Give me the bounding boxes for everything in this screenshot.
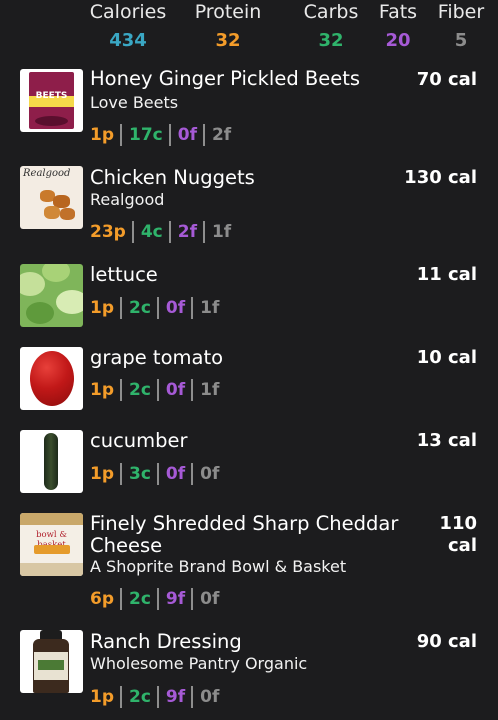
food-calories: 10 cal <box>416 347 477 368</box>
fiber-value: 2f <box>211 125 232 145</box>
summary-calories: Calories 434 <box>83 0 173 55</box>
food-thumbnail <box>20 430 83 493</box>
divider <box>191 297 194 319</box>
fiber-value: 1f <box>200 298 220 318</box>
fat-value: 0f <box>177 125 197 145</box>
divider <box>191 379 194 401</box>
divider <box>191 588 194 610</box>
fiber-total: 5 <box>454 30 468 51</box>
summary-protein: Protein 32 <box>183 0 273 55</box>
protein-value: 6p <box>90 589 114 609</box>
carbs-value: 2c <box>129 589 151 609</box>
macro-row: 1p 17c 0f 2f <box>90 123 231 147</box>
package-label: Realgood <box>23 168 71 179</box>
fat-value: 0f <box>165 380 186 400</box>
divider <box>156 686 159 708</box>
divider <box>168 124 171 146</box>
divider <box>120 124 122 146</box>
food-brand: A Shoprite Brand Bowl & Basket <box>90 557 347 576</box>
carbs-value: 3c <box>129 464 151 484</box>
food-calories: 110 cal <box>439 513 477 556</box>
divider <box>202 221 205 243</box>
macro-row: 1p 3c 0f 0f <box>90 462 219 486</box>
food-thumbnail <box>20 630 83 693</box>
divider <box>120 588 122 610</box>
food-name: Finely Shredded Sharp Cheddar Cheese <box>90 512 399 557</box>
food-thumbnail: Realgood <box>20 166 83 229</box>
food-calories: 130 cal <box>404 167 477 188</box>
nutrition-summary: Calories 434 Protein 32 Carbs 32 Fats 20… <box>0 0 498 58</box>
food-calories: 13 cal <box>416 430 477 451</box>
divider <box>156 588 159 610</box>
fiber-value: 1f <box>211 222 232 242</box>
food-thumbnail: BEETS <box>20 69 83 132</box>
macro-row: 23p 4c 2f 1f <box>90 220 231 244</box>
food-name: Honey Ginger Pickled Beets <box>90 67 361 90</box>
divider <box>120 297 122 319</box>
food-thumbnail <box>20 264 83 327</box>
food-calories: 90 cal <box>416 631 477 652</box>
food-brand: Realgood <box>90 190 165 209</box>
divider <box>168 221 171 243</box>
food-calories: 70 cal <box>416 69 477 90</box>
divider <box>156 297 159 319</box>
protein-value: 1p <box>90 687 114 707</box>
divider <box>191 463 194 485</box>
food-name: lettuce <box>90 263 158 286</box>
food-name: grape tomato <box>90 346 224 369</box>
carbs-value: 2c <box>129 687 151 707</box>
carbs-value: 17c <box>129 125 163 145</box>
calories-total: 434 <box>109 30 147 51</box>
divider <box>131 221 134 243</box>
calories-label: Calories <box>89 1 167 23</box>
protein-value: 23p <box>90 222 126 242</box>
divider <box>120 379 122 401</box>
fiber-value: 0f <box>200 589 220 609</box>
food-thumbnail <box>20 347 83 410</box>
fiber-value: 0f <box>200 464 220 484</box>
protein-label: Protein <box>194 1 262 23</box>
protein-value: 1p <box>90 125 114 145</box>
fiber-value: 0f <box>200 687 220 707</box>
macro-row: 6p 2c 9f 0f <box>90 587 219 611</box>
protein-value: 1p <box>90 380 114 400</box>
food-name: cucumber <box>90 429 188 452</box>
divider <box>156 379 159 401</box>
macro-row: 1p 2c 0f 1f <box>90 296 219 320</box>
macro-row: 1p 2c 0f 1f <box>90 378 219 402</box>
carbs-value: 4c <box>140 222 163 242</box>
fat-value: 9f <box>165 589 186 609</box>
macro-row: 1p 2c 9f 0f <box>90 685 219 709</box>
carbs-value: 2c <box>129 380 151 400</box>
protein-value: 1p <box>90 464 114 484</box>
food-thumbnail: bowl & basket <box>20 513 83 576</box>
food-brand: Wholesome Pantry Organic <box>90 654 308 673</box>
protein-total: 32 <box>215 30 241 51</box>
package-label: BEETS <box>35 91 68 101</box>
fiber-value: 1f <box>200 380 220 400</box>
fiber-label: Fiber <box>437 1 485 23</box>
food-calories: 11 cal <box>416 264 477 285</box>
food-brand: Love Beets <box>90 93 179 112</box>
divider <box>156 463 159 485</box>
divider <box>202 124 205 146</box>
protein-value: 1p <box>90 298 114 318</box>
fat-value: 0f <box>165 464 186 484</box>
divider <box>191 686 194 708</box>
fat-value: 9f <box>165 687 186 707</box>
food-name: Chicken Nuggets <box>90 166 255 189</box>
divider <box>120 686 122 708</box>
food-name: Ranch Dressing <box>90 630 242 653</box>
fat-value: 0f <box>165 298 186 318</box>
carbs-value: 2c <box>129 298 151 318</box>
summary-fiber: Fiber 5 <box>416 0 498 55</box>
divider <box>120 463 122 485</box>
fat-value: 2f <box>177 222 197 242</box>
